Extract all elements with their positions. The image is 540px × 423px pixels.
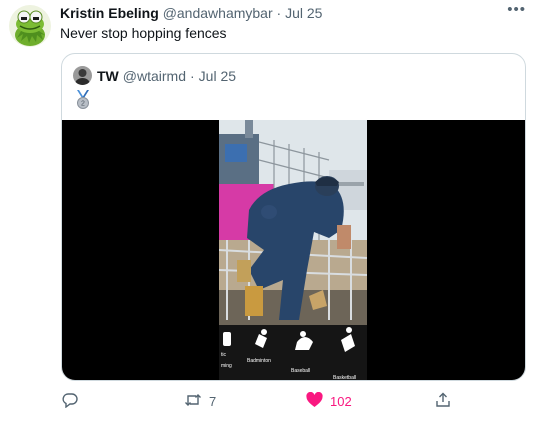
more-options-button[interactable]: •••	[507, 1, 526, 18]
video-frame: tic ming Badminton Baseball Basketball	[219, 120, 367, 381]
caption-3: Badminton	[247, 358, 271, 364]
share-icon	[435, 392, 451, 411]
video-player[interactable]: tic ming Badminton Baseball Basketball	[62, 120, 525, 381]
quoted-tweet-header: TW @wtairmd · Jul 25	[73, 66, 236, 85]
retweet-icon	[184, 392, 202, 411]
quoted-tweet[interactable]: TW @wtairmd · Jul 25 2 tic ming Badminto…	[61, 53, 526, 381]
quoted-author-handle: @wtairmd	[122, 67, 186, 84]
quoted-tweet-date: Jul 25	[198, 67, 237, 84]
caption-5: Basketball	[333, 375, 356, 381]
tweet-date[interactable]: Jul 25	[285, 5, 322, 21]
heart-icon	[306, 391, 323, 411]
retweet-button[interactable]: 7	[184, 392, 216, 411]
caption-1: tic	[221, 352, 227, 358]
author-handle[interactable]: @andawhamybar	[163, 5, 273, 21]
medal-number: 2	[81, 101, 85, 108]
caption-2: ming	[221, 363, 232, 369]
caption-4: Baseball	[291, 368, 310, 374]
tweet-text: Never stop hopping fences	[60, 25, 227, 41]
tweet-header: Kristin Ebeling @andawhamybar · Jul 25	[60, 5, 528, 25]
quoted-author-name: TW	[97, 67, 119, 84]
like-button[interactable]: 102	[306, 391, 352, 411]
separator-dot: ·	[276, 5, 282, 21]
tweet[interactable]: Kristin Ebeling @andawhamybar · Jul 25 •…	[0, 0, 540, 423]
reply-button[interactable]	[62, 392, 78, 411]
action-bar: 7 102	[0, 391, 540, 416]
reply-icon	[62, 392, 78, 411]
author-name[interactable]: Kristin Ebeling	[60, 5, 159, 21]
author-avatar[interactable]	[9, 5, 51, 47]
share-button[interactable]	[435, 392, 451, 411]
quoted-separator-dot: ·	[189, 67, 195, 84]
retweet-count: 7	[209, 394, 217, 409]
like-count: 102	[330, 394, 352, 409]
silver-medal-icon: 2	[74, 90, 92, 110]
quoted-author-avatar	[73, 66, 92, 85]
